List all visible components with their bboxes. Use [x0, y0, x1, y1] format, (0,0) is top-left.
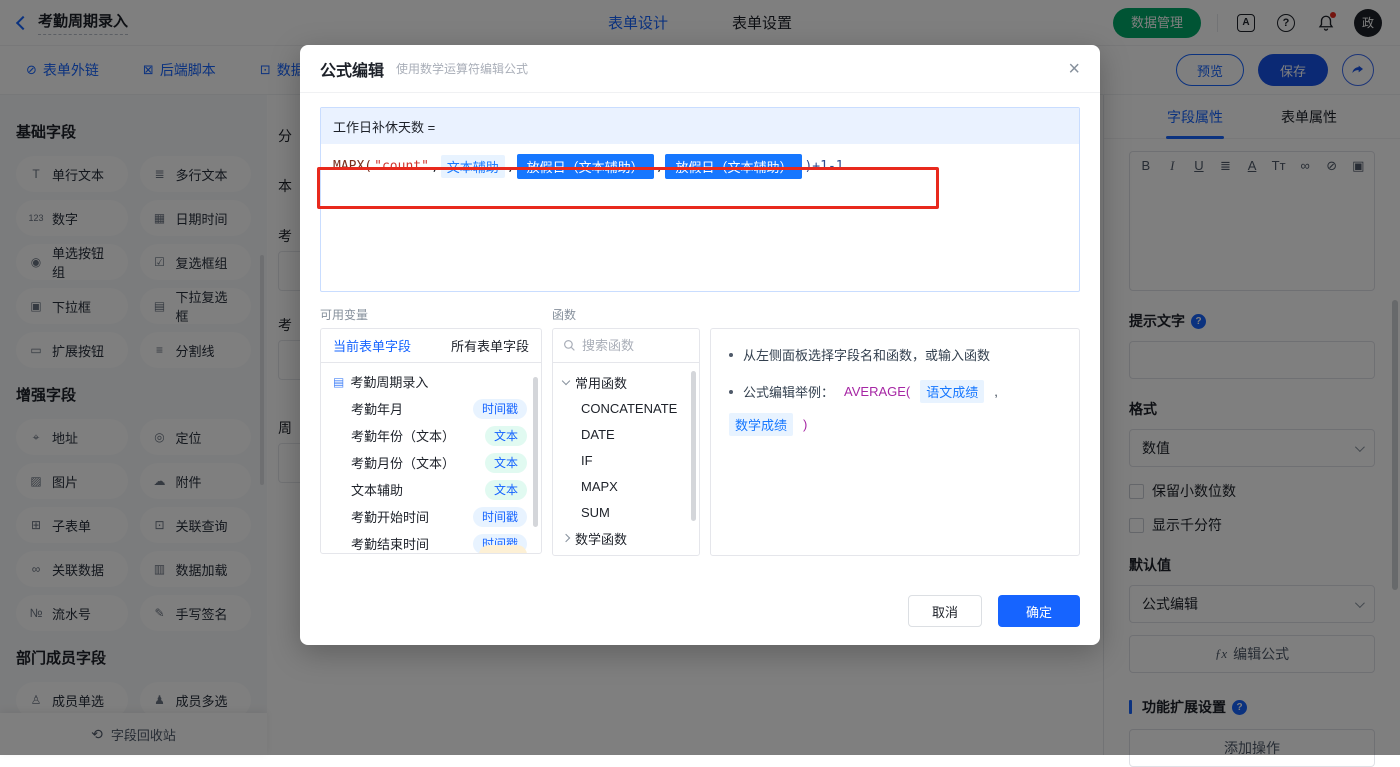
close-icon[interactable]: ×: [1068, 59, 1080, 79]
variables-root[interactable]: ▤ 考勤周期录入: [321, 368, 541, 395]
functions-label: 函数: [552, 308, 577, 322]
bullet-icon: [729, 352, 733, 357]
tip-line-1: 从左侧面板选择字段名和函数，或输入函数: [743, 348, 991, 363]
variables-scrollbar[interactable]: [533, 377, 538, 527]
formula-token: )+1-1: [804, 159, 844, 174]
field-chip-selected[interactable]: 放假日（文本辅助）: [516, 154, 654, 179]
function-item[interactable]: CONCATENATE: [553, 395, 699, 421]
functions-panel: 常用函数 CONCATENATE DATE IF MAPX SUM 数学函数 文…: [552, 328, 700, 556]
tips-panel: 从左侧面板选择字段名和函数，或输入函数 公式编辑举例： AVERAGE( 语文成绩,…: [710, 328, 1080, 556]
modal-subtitle: 使用数学运算符编辑公式: [396, 62, 529, 76]
caret-right-icon: [561, 533, 571, 543]
variable-row[interactable]: 考勤月份（文本） 文本: [321, 449, 541, 476]
variable-row[interactable]: 文本辅助 文本: [321, 476, 541, 503]
type-badge: 文本: [484, 425, 527, 446]
example-close-paren: ): [803, 417, 808, 432]
variable-row[interactable]: 考勤年份（文本） 文本: [321, 422, 541, 449]
variables-panel: 当前表单字段 所有表单字段 ▤ 考勤周期录入 考勤年月 时间戳 考勤年份（文本） 文本…: [320, 328, 542, 554]
example-chip: 数学成绩: [729, 413, 794, 436]
function-item[interactable]: IF: [553, 447, 699, 473]
formula-target: 工作日补休天数 =: [321, 108, 1079, 144]
function-search-input[interactable]: [582, 338, 682, 353]
confirm-button[interactable]: 确定: [998, 595, 1080, 627]
example-function: AVERAGE(: [844, 384, 911, 399]
tab-current-form-fields[interactable]: 当前表单字段: [333, 336, 411, 355]
formula-token: ,: [655, 159, 664, 174]
type-badge: 文本: [484, 452, 527, 473]
modal-title: 公式编辑: [320, 62, 385, 80]
field-chip[interactable]: 文本辅助: [440, 155, 505, 178]
type-badge: 时间戳: [472, 506, 527, 527]
tab-all-form-fields[interactable]: 所有表单字段: [451, 336, 529, 355]
function-item[interactable]: SUM: [553, 499, 699, 525]
tip-line-2-prefix: 公式编辑举例：: [743, 385, 835, 400]
search-icon: [564, 340, 575, 351]
formula-editor: 工作日补休天数 = MAPX("count", 文本辅助, 放假日（文本辅助）,…: [320, 107, 1080, 292]
formula-token: ,: [430, 159, 439, 174]
variables-label: 可用变量: [320, 308, 369, 322]
type-badge: 时间戳: [472, 398, 527, 419]
functions-scrollbar[interactable]: [691, 371, 696, 521]
formula-edit-modal: 公式编辑 使用数学运算符编辑公式 × 工作日补休天数 = MAPX("count…: [300, 45, 1100, 645]
function-group-common[interactable]: 常用函数: [553, 369, 699, 395]
example-chip: 语文成绩: [920, 380, 985, 403]
function-group-math[interactable]: 数学函数: [553, 525, 699, 551]
cancel-button[interactable]: 取消: [908, 595, 982, 627]
field-chip-selected[interactable]: 放假日（文本辅助）: [665, 154, 803, 179]
variable-row[interactable]: 考勤开始时间 时间戳: [321, 503, 541, 530]
function-group-text[interactable]: 文本函数: [553, 551, 699, 555]
function-search[interactable]: [553, 329, 699, 363]
bullet-icon: [729, 389, 733, 394]
type-badge: 文本: [484, 479, 527, 500]
partial-badge: [479, 545, 527, 553]
function-item[interactable]: MAPX: [553, 473, 699, 499]
comma: ,: [994, 384, 998, 399]
formula-input-area[interactable]: MAPX("count", 文本辅助, 放假日（文本辅助）, 放假日（文本辅助）…: [321, 144, 1079, 291]
form-doc-icon: ▤: [333, 374, 345, 389]
formula-token: MAPX(: [333, 159, 373, 174]
formula-token: ,: [506, 159, 515, 174]
function-item[interactable]: DATE: [553, 421, 699, 447]
variable-row[interactable]: 考勤年月 时间戳: [321, 395, 541, 422]
formula-token: "count": [374, 159, 429, 174]
tips-spacer: [710, 306, 1080, 328]
caret-down-icon: [561, 376, 571, 385]
